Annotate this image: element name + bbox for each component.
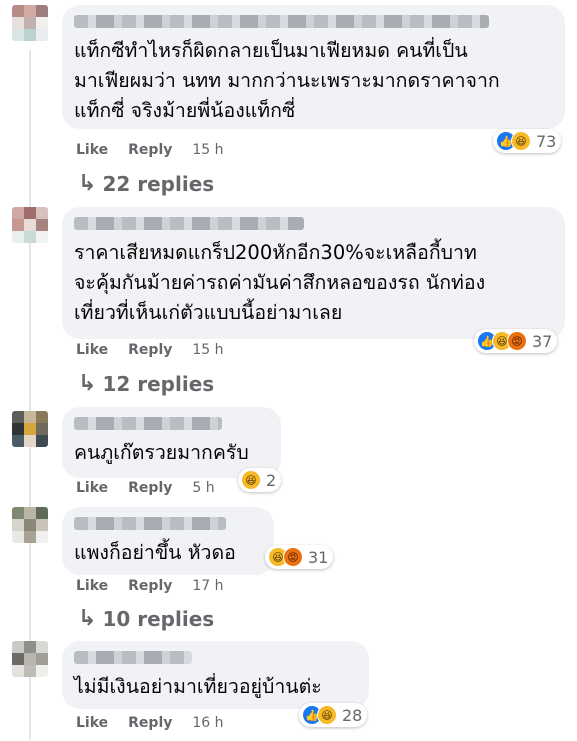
avatar[interactable]	[12, 5, 48, 41]
reply-button[interactable]: Reply	[128, 480, 172, 496]
reaction-count: 2	[266, 470, 277, 490]
like-button[interactable]: Like	[76, 715, 108, 731]
commenter-name-blurred[interactable]	[74, 517, 226, 530]
haha-reaction-icon: 😆	[241, 470, 261, 490]
comment-bubble: แพงก็อย่าขึ้น หัวดอ	[62, 507, 274, 575]
reply-button[interactable]: Reply	[128, 578, 172, 594]
like-button[interactable]: Like	[76, 578, 108, 594]
comment-timestamp[interactable]: 15 h	[192, 342, 223, 358]
reaction-count: 73	[536, 131, 557, 151]
avatar[interactable]	[12, 207, 48, 243]
comment-timestamp[interactable]: 5 h	[192, 480, 214, 496]
view-replies-link[interactable]: ↳ 22 replies	[78, 171, 214, 196]
view-replies-link[interactable]: ↳ 12 replies	[78, 371, 214, 396]
reply-button[interactable]: Reply	[128, 142, 172, 158]
reaction-summary[interactable]: 👍 😆 28	[299, 703, 368, 727]
reply-button[interactable]: Reply	[128, 715, 172, 731]
like-button[interactable]: Like	[76, 480, 108, 496]
comment-timestamp[interactable]: 16 h	[192, 715, 223, 731]
comment-bubble: ราคาเสียหมดแกร็ป200หักอีก30%จะเหลือกี้บา…	[62, 207, 565, 339]
reaction-count: 31	[308, 547, 329, 567]
avatar[interactable]	[12, 507, 48, 543]
comment-actions: Like Reply 16 h	[76, 715, 224, 731]
replies-count-label: 10 replies	[102, 606, 215, 631]
comment-text: แพงก็อย่าขึ้น หัวดอ	[74, 541, 236, 564]
commenter-name-blurred[interactable]	[74, 651, 192, 664]
comment-actions: Like Reply 15 h	[76, 342, 224, 358]
angry-reaction-icon: 😡	[283, 547, 303, 567]
comment-text: แท็กซีทำไหรก็ผิดกลายเป็นมาเฟียหมด คนที่เ…	[74, 39, 500, 122]
comment-timestamp[interactable]: 15 h	[192, 142, 223, 158]
reaction-summary[interactable]: 😆 😡 31	[265, 545, 334, 569]
like-button[interactable]: Like	[76, 142, 108, 158]
comment-actions: Like Reply 17 h	[76, 578, 224, 594]
reply-button[interactable]: Reply	[128, 342, 172, 358]
comment-timestamp[interactable]: 17 h	[192, 578, 223, 594]
reaction-summary[interactable]: 😆 2	[238, 468, 282, 492]
reaction-summary[interactable]: 👍 😆 😡 37	[474, 329, 558, 353]
reply-arrow-icon: ↳	[78, 371, 97, 396]
view-replies-link[interactable]: ↳ 10 replies	[78, 606, 214, 631]
reaction-count: 37	[532, 331, 553, 351]
commenter-name-blurred[interactable]	[74, 15, 489, 28]
comment-text: คนภูเก๊ตรวยมากครับ	[74, 441, 249, 464]
avatar[interactable]	[12, 411, 48, 447]
comment-text: ไม่มีเงินอย่ามาเที่ยวอยู่บ้านต่ะ	[74, 675, 322, 698]
haha-reaction-icon: 😆	[317, 705, 337, 725]
comment-bubble: ไม่มีเงินอย่ามาเที่ยวอยู่บ้านต่ะ	[62, 641, 369, 709]
angry-reaction-icon: 😡	[507, 331, 527, 351]
comment-actions: Like Reply 5 h	[76, 480, 215, 496]
replies-count-label: 22 replies	[102, 171, 215, 196]
comment-actions: Like Reply 15 h	[76, 142, 224, 158]
commenter-name-blurred[interactable]	[74, 217, 304, 230]
reaction-count: 28	[342, 705, 363, 725]
avatar[interactable]	[12, 641, 48, 677]
reaction-summary[interactable]: 👍 😆 73	[493, 129, 562, 153]
reply-arrow-icon: ↳	[78, 606, 97, 631]
comment-text: ราคาเสียหมดแกร็ป200หักอีก30%จะเหลือกี้บา…	[74, 241, 486, 324]
like-button[interactable]: Like	[76, 342, 108, 358]
thread-line	[29, 50, 31, 740]
reply-arrow-icon: ↳	[78, 171, 97, 196]
replies-count-label: 12 replies	[102, 371, 215, 396]
comment-bubble: แท็กซีทำไหรก็ผิดกลายเป็นมาเฟียหมด คนที่เ…	[62, 5, 565, 129]
commenter-name-blurred[interactable]	[74, 417, 222, 430]
haha-reaction-icon: 😆	[511, 131, 531, 151]
